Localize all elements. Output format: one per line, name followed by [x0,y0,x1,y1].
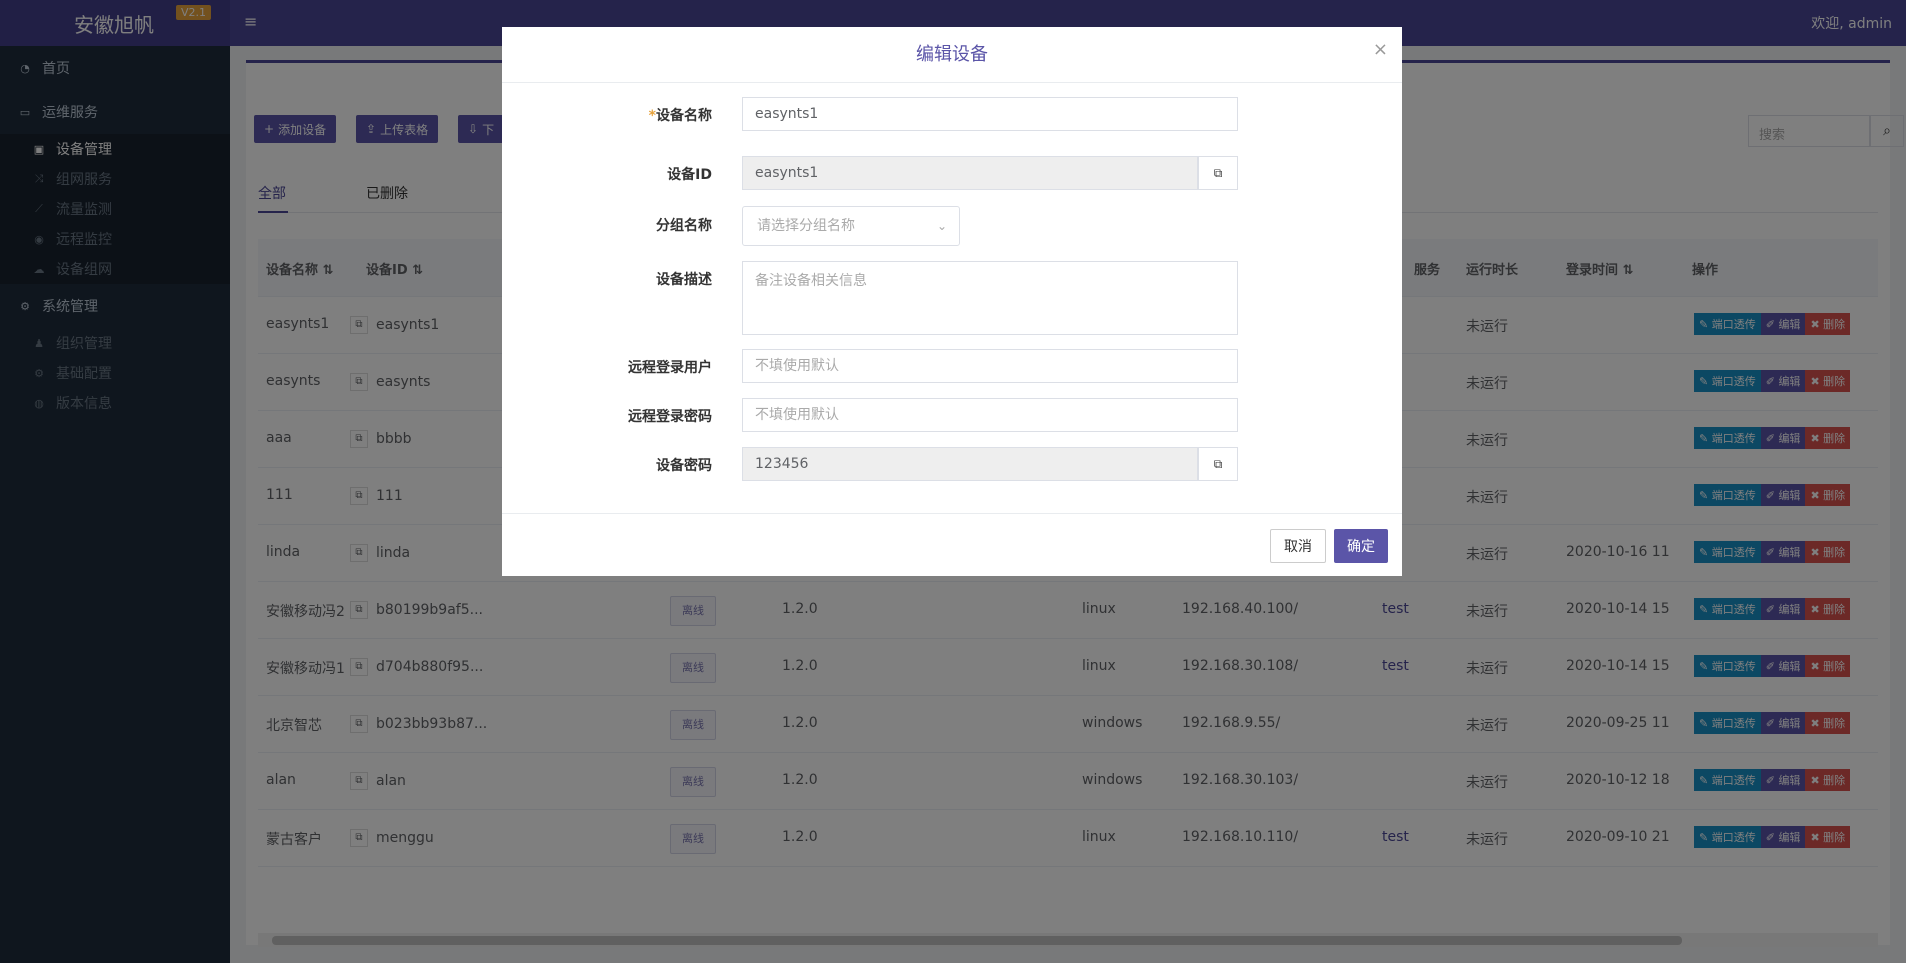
modal-title: 编辑设备 [502,27,1402,83]
remote-pwd-label: 远程登录密码 [628,409,712,425]
remote-user-label: 远程登录用户 [628,360,712,376]
copy-pwd-button[interactable]: ⧉ [1198,447,1238,481]
device-id-label: 设备ID [667,167,712,183]
edit-device-modal: 编辑设备 × *设备名称 easynts1 设备ID easynts1 ⧉ 分组… [502,27,1402,576]
device-desc-label: 设备描述 [656,272,712,288]
device-id-field: easynts1 [742,156,1198,190]
device-name-field[interactable]: easynts1 [742,97,1238,131]
chevron-down-icon: ⌄ [936,219,947,233]
remote-user-field[interactable]: 不填使用默认 [742,349,1238,383]
group-select[interactable]: 请选择分组名称 ⌄ [742,206,960,246]
confirm-button[interactable]: 确定 [1334,529,1388,563]
device-pwd-field: 123456 [742,447,1198,481]
modal-footer-divider [502,513,1402,514]
group-name-label: 分组名称 [656,218,712,234]
copy-icon: ⧉ [1213,165,1223,180]
cancel-button[interactable]: 取消 [1270,529,1326,563]
device-name-label: *设备名称 [648,108,712,124]
copy-id-button[interactable]: ⧉ [1198,156,1238,190]
device-pwd-label: 设备密码 [656,458,712,474]
device-desc-textarea[interactable]: 备注设备相关信息 [742,261,1238,335]
close-icon[interactable]: × [1373,39,1388,60]
select-placeholder: 请选择分组名称 [757,218,855,234]
copy-icon: ⧉ [1213,456,1223,471]
remote-pwd-field[interactable]: 不填使用默认 [742,398,1238,432]
